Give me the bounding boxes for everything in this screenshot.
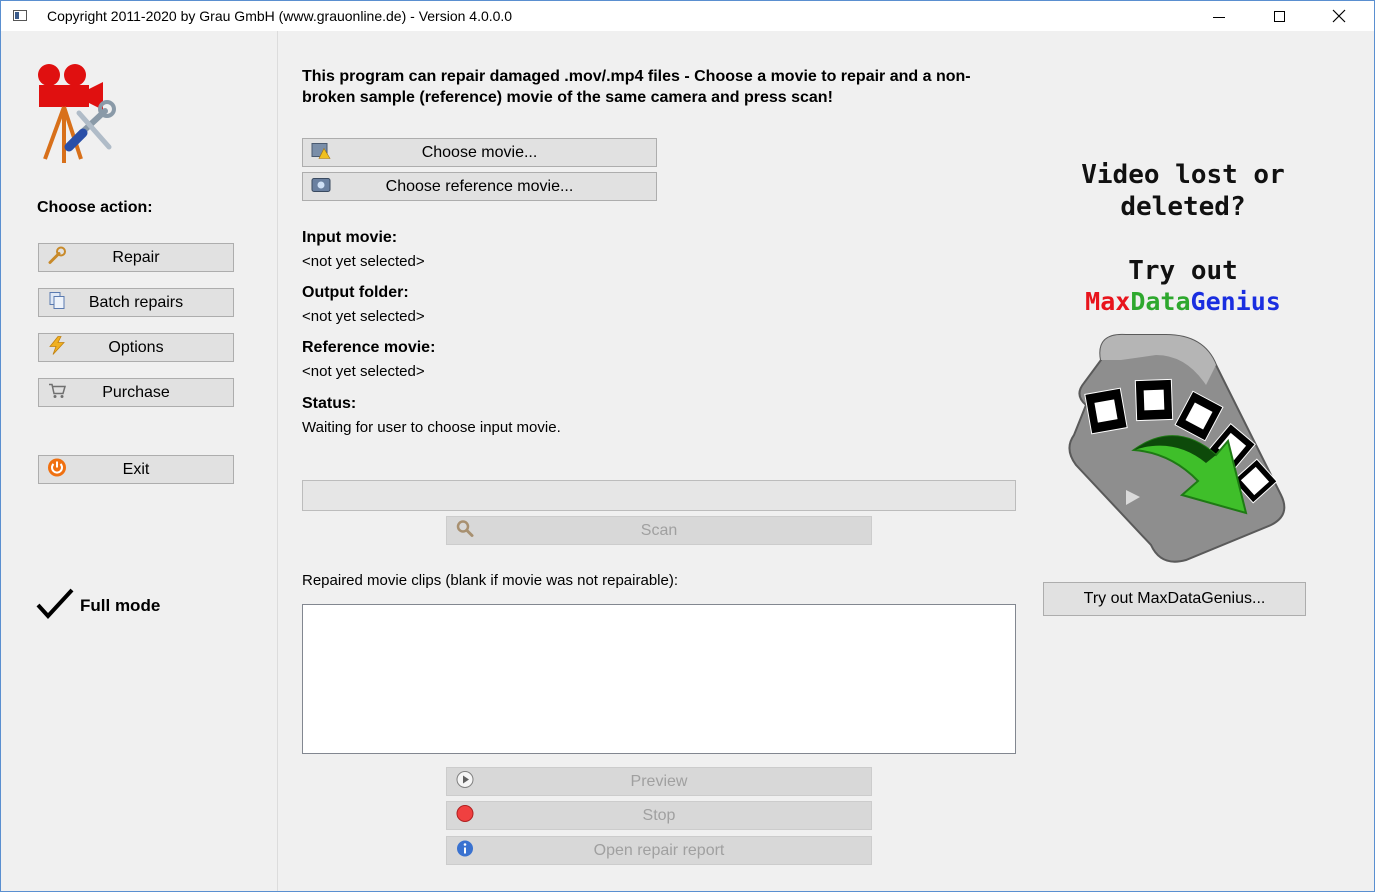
- close-icon: [1332, 9, 1346, 23]
- choose-reference-movie-button[interactable]: Choose reference movie...: [302, 172, 657, 201]
- repaired-clips-label: Repaired movie clips (blank if movie was…: [302, 572, 678, 589]
- exit-label: Exit: [122, 460, 150, 478]
- preview-button[interactable]: Preview: [446, 767, 872, 796]
- batch-repairs-label: Batch repairs: [88, 293, 184, 311]
- stop-icon: [455, 803, 475, 828]
- brand-genius: Genius: [1190, 287, 1281, 316]
- full-mode-label: Full mode: [80, 596, 161, 615]
- output-folder-heading: Output folder:: [302, 284, 409, 301]
- status-value: Waiting for user to choose input movie.: [302, 419, 561, 436]
- brand-max: Max: [1085, 287, 1131, 316]
- reference-movie-value: <not yet selected>: [302, 363, 425, 380]
- scan-button[interactable]: Scan: [446, 516, 872, 545]
- power-icon: [47, 457, 67, 482]
- info-icon: [455, 838, 475, 863]
- app-icon: [13, 10, 27, 21]
- intro-text: This program can repair damaged .mov/.mp…: [302, 68, 971, 106]
- sidebar: Choose action: Repair Batch repairs Opti…: [1, 31, 278, 891]
- cart-icon: [47, 380, 67, 405]
- reference-movie-heading: Reference movie:: [302, 339, 436, 356]
- movie-warning-icon: [311, 141, 331, 164]
- progress-bar: [302, 480, 1016, 511]
- camera-icon: [311, 175, 331, 198]
- window-title: Copyright 2011-2020 by Grau GmbH (www.gr…: [47, 8, 513, 24]
- repair-button[interactable]: Repair: [38, 243, 234, 272]
- maximize-button[interactable]: [1249, 1, 1309, 31]
- options-label: Options: [108, 338, 164, 356]
- ad-brand-name: MaxDataGenius: [1058, 286, 1308, 318]
- scan-label: Scan: [640, 521, 678, 539]
- minimize-icon: [1213, 16, 1225, 18]
- stop-label: Stop: [642, 806, 676, 824]
- play-icon: [455, 769, 475, 794]
- close-button[interactable]: [1309, 1, 1369, 31]
- movie-camera-repair-logo: [38, 64, 116, 163]
- try-maxdatagenius-button[interactable]: Try out MaxDataGenius...: [1043, 582, 1306, 616]
- ad-line-2: deleted?: [1120, 192, 1246, 222]
- batch-repairs-button[interactable]: Batch repairs: [38, 288, 234, 317]
- options-button[interactable]: Options: [38, 333, 234, 362]
- lightning-icon: [47, 335, 67, 360]
- input-movie-heading: Input movie:: [302, 229, 398, 246]
- choose-movie-label: Choose movie...: [421, 143, 538, 161]
- open-repair-report-label: Open repair report: [593, 841, 725, 859]
- minimize-button[interactable]: [1189, 1, 1249, 31]
- stop-button[interactable]: Stop: [446, 801, 872, 830]
- preview-label: Preview: [630, 772, 688, 790]
- maximize-icon: [1273, 10, 1285, 22]
- purchase-button[interactable]: Purchase: [38, 378, 234, 407]
- magnifier-icon: [455, 518, 475, 543]
- repaired-clips-list[interactable]: [302, 604, 1016, 754]
- purchase-label: Purchase: [102, 383, 170, 401]
- try-maxdatagenius-label: Try out MaxDataGenius...: [1083, 590, 1266, 607]
- ad-try-out-line: Try out: [1128, 256, 1238, 286]
- choose-reference-label: Choose reference movie...: [385, 177, 574, 195]
- exit-button[interactable]: Exit: [38, 455, 234, 484]
- choose-action-label: Choose action:: [37, 199, 153, 216]
- input-movie-value: <not yet selected>: [302, 253, 425, 270]
- status-heading: Status:: [302, 395, 357, 412]
- documents-icon: [47, 290, 67, 315]
- brand-data: Data: [1130, 287, 1191, 316]
- checkmark-icon: [36, 588, 74, 619]
- app-window: Copyright 2011-2020 by Grau GmbH (www.gr…: [0, 0, 1375, 892]
- output-folder-value: <not yet selected>: [302, 308, 425, 325]
- repair-button-label: Repair: [112, 248, 160, 266]
- choose-movie-button[interactable]: Choose movie...: [302, 138, 657, 167]
- wrench-icon: [47, 245, 67, 270]
- maxdatagenius-illustration: [1068, 333, 1286, 563]
- title-bar: Copyright 2011-2020 by Grau GmbH (www.gr…: [1, 1, 1374, 31]
- main-content: This program can repair damaged .mov/.mp…: [278, 31, 1374, 891]
- open-repair-report-button[interactable]: Open repair report: [446, 836, 872, 865]
- ad-headline: Video lost or deleted?: [1058, 159, 1308, 223]
- ad-line-1: Video lost or: [1081, 160, 1285, 190]
